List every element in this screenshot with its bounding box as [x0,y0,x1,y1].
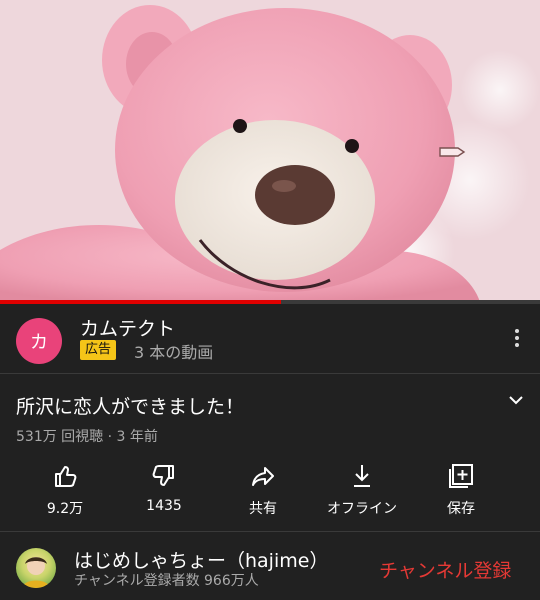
subscribe-button[interactable]: チャンネル登録 [379,556,511,583]
share-label: 共有 [249,501,277,517]
like-count: 9.2万 [46,501,84,517]
share-button[interactable]: 共有 [213,458,313,530]
ad-avatar[interactable]: カ [16,318,62,364]
upload-age: 3 年前 [116,429,158,445]
save-button[interactable]: 保存 [411,458,511,530]
offline-label: オフライン [327,501,397,517]
video-thumbnail[interactable] [0,0,540,302]
action-bar: 9.2万 1435 共有 オフライン 保存 [0,458,540,530]
divider [0,531,540,532]
save-label: 保存 [447,501,475,517]
channel-name[interactable]: はじめしゃちょー（hajime） [74,546,328,573]
video-meta: 531万 回視聴 · 3 年前 [16,429,158,445]
view-count: 531万 回視聴 [16,429,104,445]
teddy-bear-image [0,0,540,302]
divider [0,373,540,374]
thumbs-up-icon [55,466,77,487]
download-icon [354,465,370,487]
subscriber-count: チャンネル登録者数 966万人 [74,573,259,589]
dislike-count: 1435 [146,498,182,514]
ad-avatar-letter: カ [30,332,48,353]
ad-channel-name[interactable]: カムテクト [80,314,175,341]
ad-row[interactable]: カ カムテクト 広告 3 本の動画 [0,304,540,374]
chevron-down-icon[interactable] [506,390,526,410]
offline-button[interactable]: オフライン [312,458,412,530]
like-button[interactable]: 9.2万 [15,458,115,530]
share-icon [252,467,274,486]
playlist-add-icon [449,464,473,488]
channel-row[interactable]: はじめしゃちょー（hajime） チャンネル登録者数 966万人 チャンネル登録 [0,534,540,600]
dislike-button[interactable]: 1435 [114,458,214,530]
ad-badge: 広告 [80,340,117,360]
avatar[interactable] [16,548,56,588]
more-options-icon[interactable] [505,326,529,350]
ad-video-count: 3 本の動画 [134,343,214,362]
thumbs-down-icon [152,465,174,486]
video-title[interactable]: 所沢に恋人ができました！ [16,392,244,419]
avatar-image [22,557,50,588]
